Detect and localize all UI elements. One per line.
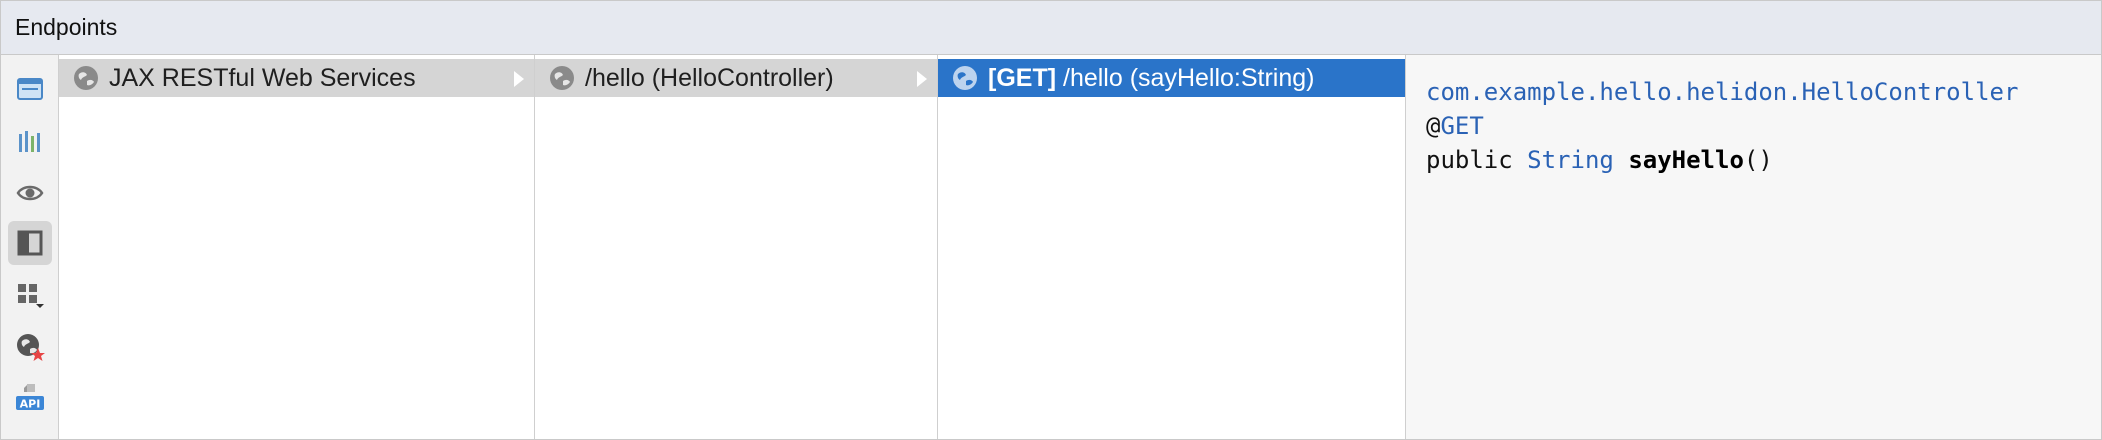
class-name[interactable]: com.example.hello.helidon.HelloControlle…: [1426, 75, 2101, 109]
method-signature: public String sayHello(): [1426, 143, 2101, 177]
endpoints-tool-window: Endpoints API JAX RESTful Web Services /…: [0, 0, 2102, 440]
list-item-endpoint[interactable]: [GET] /hello (sayHello:String): [938, 59, 1405, 97]
api-icon: API: [14, 382, 46, 412]
preview-layout-button[interactable]: [8, 67, 52, 111]
svg-text:API: API: [20, 398, 41, 411]
method-name[interactable]: sayHello: [1628, 146, 1744, 174]
openapi-button[interactable]: API: [8, 375, 52, 419]
toggle-preview-button[interactable]: [8, 221, 52, 265]
return-type[interactable]: String: [1527, 146, 1614, 174]
list-item-framework[interactable]: JAX RESTful Web Services: [59, 59, 534, 97]
http-method: [GET]: [988, 63, 1057, 92]
expand-arrow-icon: [514, 71, 524, 87]
annotation-line: @GET: [1426, 109, 2101, 143]
eye-icon: [16, 182, 44, 204]
annotation-name[interactable]: GET: [1440, 112, 1483, 140]
endpoint-label: [GET] /hello (sayHello:String): [988, 64, 1315, 93]
globe-icon: [549, 65, 575, 91]
list-item-path[interactable]: /hello (HelloController): [535, 59, 937, 97]
show-details-button[interactable]: [8, 171, 52, 215]
group-by-icon: [15, 281, 45, 309]
group-by-button[interactable]: [8, 273, 52, 317]
path-label: /hello (HelloController): [585, 63, 834, 92]
preview-layout-icon: [16, 76, 44, 102]
framework-label: JAX RESTful Web Services: [109, 63, 416, 92]
endpoint-details-panel: com.example.hello.helidon.HelloControlle…: [1406, 55, 2101, 439]
panel-toggle-icon: [17, 230, 43, 256]
parens: (): [1743, 146, 1773, 174]
modifier: public: [1426, 146, 1513, 174]
globe-icon: [73, 65, 99, 91]
endpoint-path: /hello (sayHello:String): [1063, 63, 1315, 92]
diagram-button[interactable]: [8, 119, 52, 163]
tool-window-title: Endpoints: [15, 14, 118, 40]
expand-arrow-icon: [917, 71, 927, 87]
frameworks-column: JAX RESTful Web Services: [59, 55, 535, 439]
annotation-at: @: [1426, 112, 1441, 140]
endpoints-column: [GET] /hello (sayHello:String): [938, 55, 1406, 439]
paths-column: /hello (HelloController): [535, 55, 938, 439]
http-client-button[interactable]: [8, 325, 52, 369]
left-toolbar: API: [1, 55, 59, 439]
tool-window-header: Endpoints: [1, 1, 2101, 55]
web-service-icon: [15, 332, 45, 362]
bar-chart-icon: [16, 128, 44, 154]
globe-icon: [952, 65, 978, 91]
